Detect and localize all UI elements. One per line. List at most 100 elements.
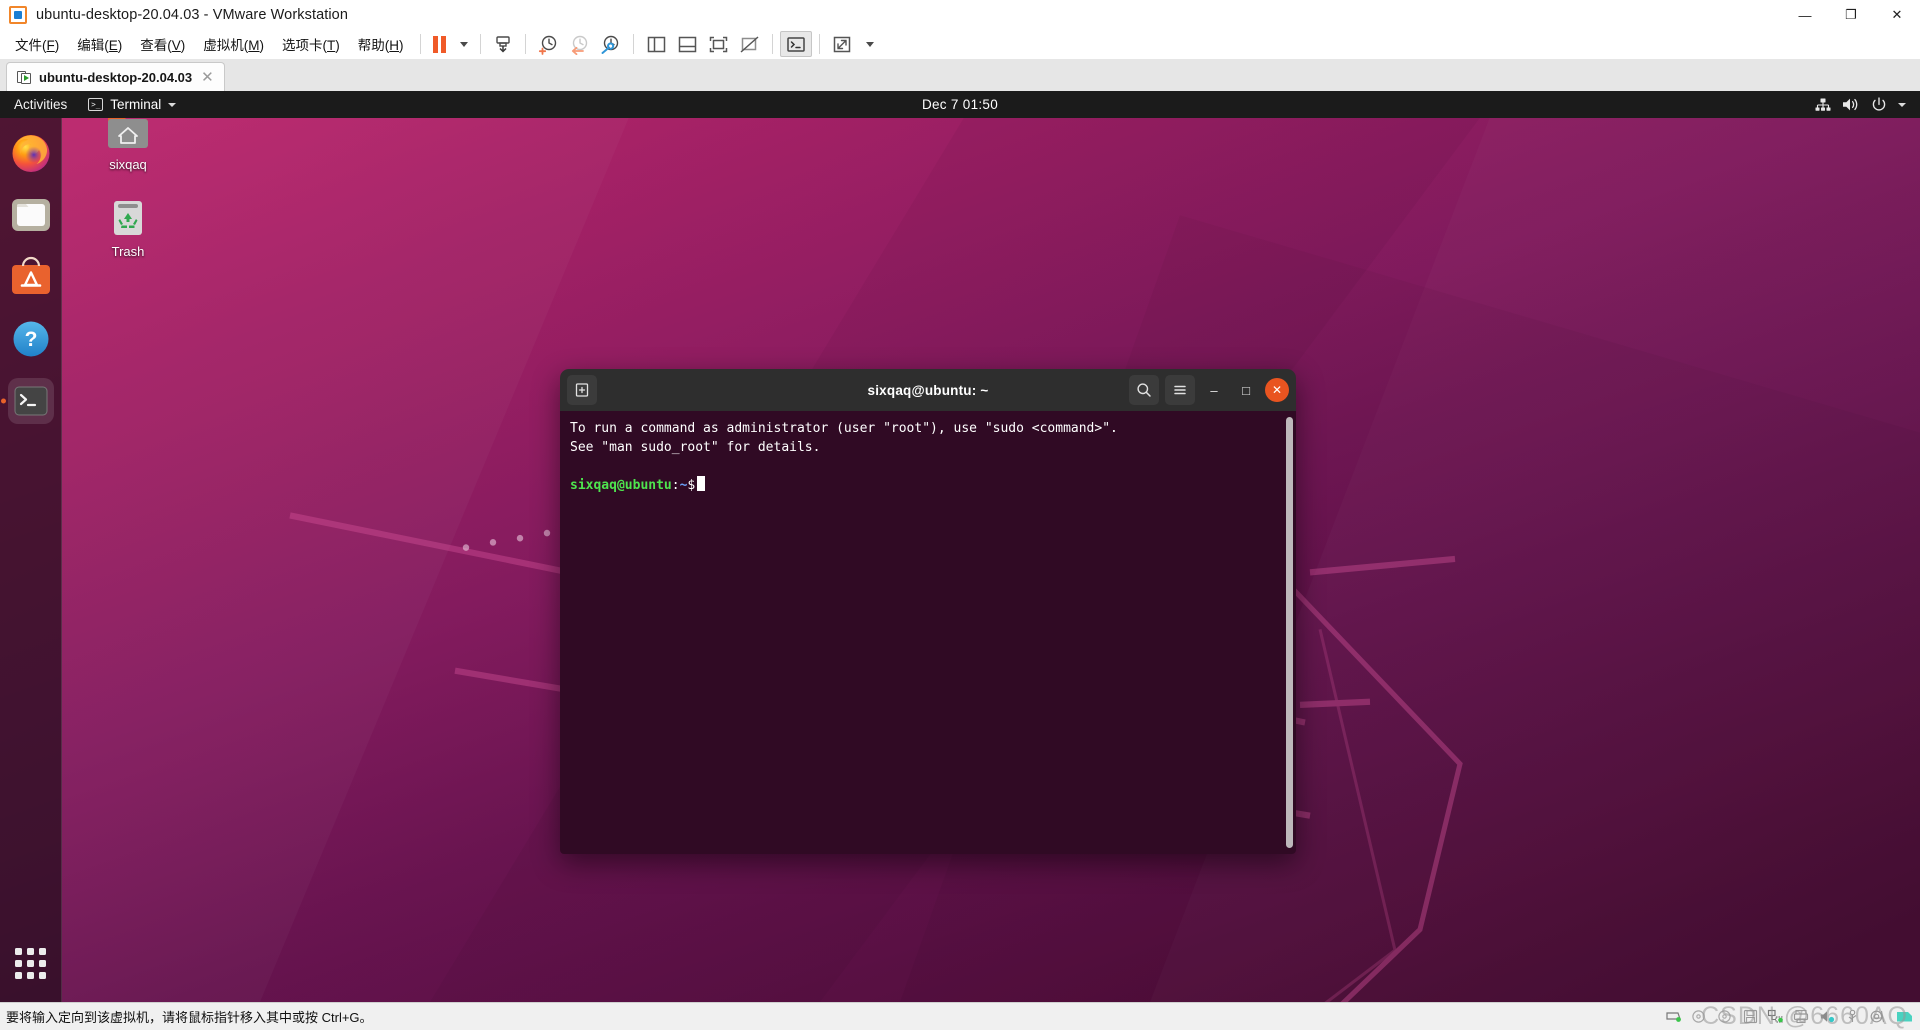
menu-edit[interactable]: 编辑(E) <box>68 30 131 58</box>
send-ctrl-alt-del-button[interactable] <box>488 31 518 57</box>
terminal-header-controls: – □ ✕ <box>1129 375 1289 405</box>
clock[interactable]: Dec 7 01:50 <box>914 91 1006 118</box>
menu-view[interactable]: 查看(V) <box>131 30 194 58</box>
terminal-icon <box>88 98 104 111</box>
bottom-panel-icon <box>678 36 697 52</box>
menu-tabs[interactable]: 选项卡(T) <box>273 30 349 58</box>
power-dropdown-button[interactable] <box>451 31 473 57</box>
terminal-maximize-button[interactable]: □ <box>1233 377 1259 403</box>
vmware-status-bar: 要将输入定向到该虚拟机，请将鼠标指针移入其中或按 Ctrl+G。 CSDN @6… <box>0 1002 1920 1030</box>
toolbar-separator <box>819 34 821 54</box>
show-thumbnail-bar-button[interactable] <box>672 31 703 57</box>
window-title: ubuntu-desktop-20.04.03 - VMware Worksta… <box>36 6 349 23</box>
chevron-down-icon <box>1898 102 1906 107</box>
suspend-button[interactable] <box>428 31 452 57</box>
dock-item-software[interactable] <box>8 254 54 300</box>
sound-card-icon[interactable] <box>1819 1009 1836 1024</box>
take-snapshot-button[interactable] <box>533 31 564 57</box>
svg-text:?: ? <box>24 328 37 351</box>
vmware-logo-icon <box>9 5 27 24</box>
sidebar-panel-icon <box>647 36 666 52</box>
network-adapter-icon[interactable] <box>1767 1009 1784 1024</box>
minimize-icon: – <box>1210 382 1218 398</box>
ubuntu-dock: ? <box>0 118 62 1002</box>
app-menu-terminal[interactable]: Terminal <box>79 91 185 118</box>
close-icon: ✕ <box>1891 7 1903 22</box>
camera-icon[interactable] <box>1869 1009 1886 1024</box>
display-icon[interactable] <box>1895 1009 1914 1024</box>
menu-help[interactable]: 帮助(H) <box>349 30 413 58</box>
chevron-down-icon <box>460 41 469 47</box>
unity-mode-button[interactable] <box>734 31 765 57</box>
vm-tab-ubuntu-desktop[interactable]: ubuntu-desktop-20.04.03 ✕ <box>6 62 225 91</box>
window-controls: — ❐ ✕ <box>1782 0 1920 30</box>
dock-item-files[interactable] <box>8 192 54 238</box>
snapshot-manager-button[interactable] <box>595 31 626 57</box>
search-icon <box>1137 383 1151 397</box>
printer-icon[interactable] <box>1793 1009 1810 1024</box>
activities-button[interactable]: Activities <box>0 97 79 112</box>
cd-drive-icon[interactable] <box>1691 1009 1708 1024</box>
desktop-icon-home[interactable]: sixqaq <box>85 109 171 172</box>
prompt-user-host: sixqaq@ubuntu <box>570 478 672 493</box>
show-sidebar-button[interactable] <box>641 31 672 57</box>
desktop-icon-label: sixqaq <box>109 157 147 172</box>
desktop-icon-label: Trash <box>111 244 145 259</box>
terminal-minimize-button[interactable]: – <box>1201 377 1227 403</box>
terminal-output-area[interactable]: To run a command as administrator (user … <box>560 411 1296 854</box>
prompt-colon: : <box>671 478 680 493</box>
terminal-title-bar: sixqaq@ubuntu: ~ – □ ✕ <box>560 369 1296 411</box>
power-icon <box>1872 96 1886 111</box>
show-applications-button[interactable] <box>8 940 54 986</box>
cd-drive-2-icon[interactable] <box>1717 1009 1734 1024</box>
vmware-menu-toolbar: 文件(F) 编辑(E) 查看(V) 虚拟机(M) 选项卡(T) 帮助(H) <box>0 30 1920 59</box>
app-menu-label: Terminal <box>110 97 162 112</box>
snapshot-manage-icon <box>601 35 619 54</box>
chevron-down-icon <box>168 102 177 107</box>
usb-icon[interactable] <box>1845 1009 1860 1024</box>
close-icon: ✕ <box>1271 383 1283 397</box>
maximize-icon: □ <box>1242 382 1250 398</box>
minimize-icon: — <box>1798 7 1812 23</box>
console-view-button[interactable] <box>780 31 813 57</box>
help-icon: ? <box>13 321 48 357</box>
pause-icon <box>432 35 447 53</box>
terminal-title: sixqaq@ubuntu: ~ <box>867 382 989 398</box>
snapshot-add-icon <box>538 35 557 55</box>
revert-snapshot-button[interactable] <box>564 31 595 57</box>
close-button[interactable]: ✕ <box>1874 0 1920 30</box>
send-key-icon <box>496 36 510 53</box>
floppy-icon[interactable] <box>1743 1009 1758 1024</box>
dock-item-firefox[interactable] <box>8 130 54 176</box>
terminal-search-button[interactable] <box>1129 375 1159 405</box>
terminal-scrollbar[interactable] <box>1286 417 1293 848</box>
stretch-view-button[interactable] <box>827 31 857 57</box>
vm-tab-label: ubuntu-desktop-20.04.03 <box>39 69 193 85</box>
expand-diagonal-icon <box>833 36 851 52</box>
vm-running-icon <box>17 70 32 85</box>
menu-vm[interactable]: 虚拟机(M) <box>194 30 273 58</box>
desktop-icon-trash[interactable]: Trash <box>85 194 171 259</box>
gnome-terminal-window[interactable]: sixqaq@ubuntu: ~ – □ ✕ To run a command … <box>560 369 1296 854</box>
new-tab-button[interactable] <box>567 375 597 405</box>
minimize-button[interactable]: — <box>1782 0 1828 30</box>
prompt-dollar: $ <box>687 478 696 493</box>
fullscreen-button[interactable] <box>703 31 734 57</box>
dock-item-help[interactable]: ? <box>8 316 54 362</box>
toolbar-separator <box>419 34 421 54</box>
console-icon <box>787 36 805 52</box>
restore-icon: ❐ <box>1845 7 1857 22</box>
stretch-dropdown-button[interactable] <box>857 31 879 57</box>
restore-button[interactable]: ❐ <box>1828 0 1874 30</box>
terminal-close-button[interactable]: ✕ <box>1265 378 1289 402</box>
guest-os-screen[interactable]: Activities Terminal Dec 7 01:50 <box>0 91 1920 1002</box>
toolbar-separator <box>525 34 527 54</box>
vm-tab-close-icon[interactable]: ✕ <box>199 70 216 85</box>
terminal-menu-button[interactable] <box>1165 375 1195 405</box>
hard-disk-icon[interactable] <box>1665 1009 1682 1024</box>
volume-icon <box>1843 98 1858 111</box>
vm-tab-strip: ubuntu-desktop-20.04.03 ✕ <box>0 59 1920 91</box>
system-indicators[interactable] <box>1809 91 1912 118</box>
dock-item-terminal[interactable] <box>7 378 54 424</box>
menu-file[interactable]: 文件(F) <box>6 30 68 58</box>
